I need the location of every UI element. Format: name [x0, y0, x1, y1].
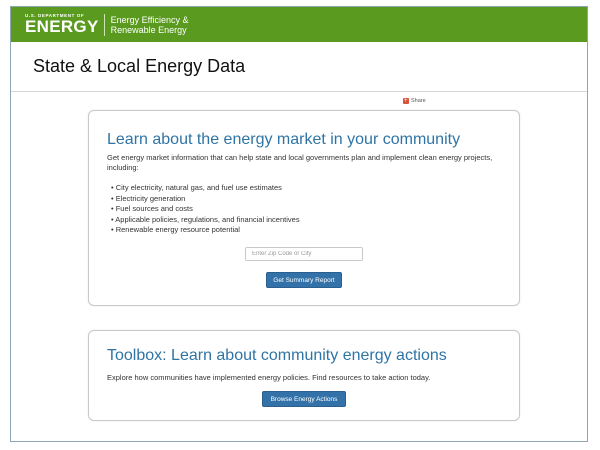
list-item: Fuel sources and costs: [111, 204, 300, 215]
office-name-line2: Renewable Energy: [110, 24, 187, 35]
office-name-link[interactable]: Energy Efficiency & Renewable Energy: [111, 15, 189, 35]
toolbox-heading: Toolbox: Learn about community energy ac…: [107, 347, 447, 364]
market-card: Learn about the energy market in your co…: [88, 110, 520, 306]
market-heading: Learn about the energy market in your co…: [107, 131, 461, 148]
share-label: Share: [411, 98, 426, 104]
share-link[interactable]: Share: [403, 98, 426, 104]
logo-agency-big: ENERGY: [25, 17, 99, 37]
logo-divider: [103, 13, 105, 36]
list-item: Applicable policies, regulations, and fi…: [111, 215, 299, 226]
share-icon: [403, 98, 409, 104]
office-name-line1: Energy Efficiency &: [110, 14, 189, 25]
list-item: Electricity generation: [111, 194, 300, 205]
browse-energy-actions-button[interactable]: Browse Energy Actions: [262, 391, 346, 407]
browser-frame: U.S. DEPARTMENT OF ENERGY Energy Efficie…: [10, 6, 588, 442]
site-header: U.S. DEPARTMENT OF ENERGY Energy Efficie…: [11, 7, 587, 42]
toolbox-card: Toolbox: Learn about community energy ac…: [88, 330, 520, 421]
list-item: Renewable energy resource potential: [111, 225, 300, 236]
page-title: State & Local Energy Data: [33, 56, 246, 76]
market-bullet-list: City electricity, natural gas, and fuel …: [111, 183, 300, 236]
list-item: City electricity, natural gas, and fuel …: [111, 183, 300, 194]
market-description: Get energy market information that can h…: [107, 153, 493, 172]
zip-city-input[interactable]: [245, 247, 363, 261]
get-summary-report-button[interactable]: Get Summary Report: [266, 272, 342, 288]
toolbox-description: Explore how communities have implemented…: [107, 373, 431, 382]
title-bar: State & Local Energy Data: [11, 42, 587, 92]
doe-logo[interactable]: U.S. DEPARTMENT OF ENERGY: [25, 13, 99, 37]
